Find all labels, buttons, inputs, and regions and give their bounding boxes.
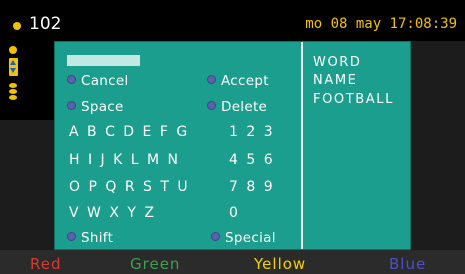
space-label: Space [81, 99, 124, 115]
delete-label: Delete [221, 99, 268, 115]
blue-key[interactable]: Blue [389, 256, 426, 273]
button-dot-icon [207, 75, 216, 84]
up-down-arrows-icon [9, 58, 18, 76]
special-button[interactable]: Special [211, 230, 276, 246]
top-bar: 102 mo 08 may 17:08:39 [0, 0, 465, 41]
number-row[interactable]: 4 5 6 [229, 152, 275, 168]
shift-label: Shift [81, 230, 114, 246]
button-dot-icon [207, 101, 216, 110]
keyboard-row[interactable]: A B C D E F G [69, 124, 189, 140]
special-label: Special [225, 230, 276, 246]
button-dot-icon [67, 75, 76, 84]
channel-number: 102 [29, 14, 62, 34]
red-key[interactable]: Red [30, 256, 62, 273]
delete-button[interactable]: Delete [207, 99, 267, 115]
button-dot-icon [211, 232, 220, 241]
yellow-key[interactable]: Yellow [254, 256, 306, 273]
keyboard-row[interactable]: O P Q R S T U [69, 179, 190, 195]
keyboard-row[interactable]: H I J K L M N [69, 152, 180, 168]
button-dot-icon [67, 232, 76, 241]
color-key-bar: Red Green Yellow Blue [0, 250, 465, 274]
shift-button[interactable]: Shift [67, 230, 113, 246]
word-list-item[interactable]: NAME [313, 73, 357, 89]
channel-indicator-icon [13, 22, 21, 30]
number-row[interactable]: 7 8 9 [229, 179, 275, 195]
accept-button[interactable]: Accept [207, 73, 269, 89]
word-list-item[interactable]: WORD [313, 55, 362, 71]
number-row[interactable]: 1 2 3 [229, 124, 275, 140]
text-input-field[interactable] [67, 55, 140, 66]
text-entry-dialog: Cancel Accept Space Delete A B C D E F G… [54, 41, 411, 250]
word-list-item[interactable]: FOOTBALL [313, 92, 394, 108]
cancel-label: Cancel [81, 73, 129, 89]
keyboard-row[interactable]: V W X Y Z [69, 205, 156, 221]
stack-icon [9, 83, 18, 103]
green-key[interactable]: Green [130, 256, 180, 273]
cancel-button[interactable]: Cancel [67, 73, 129, 89]
button-dot-icon [67, 101, 76, 110]
date-time: mo 08 may 17:08:39 [305, 16, 457, 32]
bullet-icon [9, 46, 17, 54]
number-row[interactable]: 0 [229, 205, 240, 221]
accept-label: Accept [221, 73, 269, 89]
side-panel [0, 41, 54, 120]
space-button[interactable]: Space [67, 99, 124, 115]
divider [301, 42, 303, 249]
